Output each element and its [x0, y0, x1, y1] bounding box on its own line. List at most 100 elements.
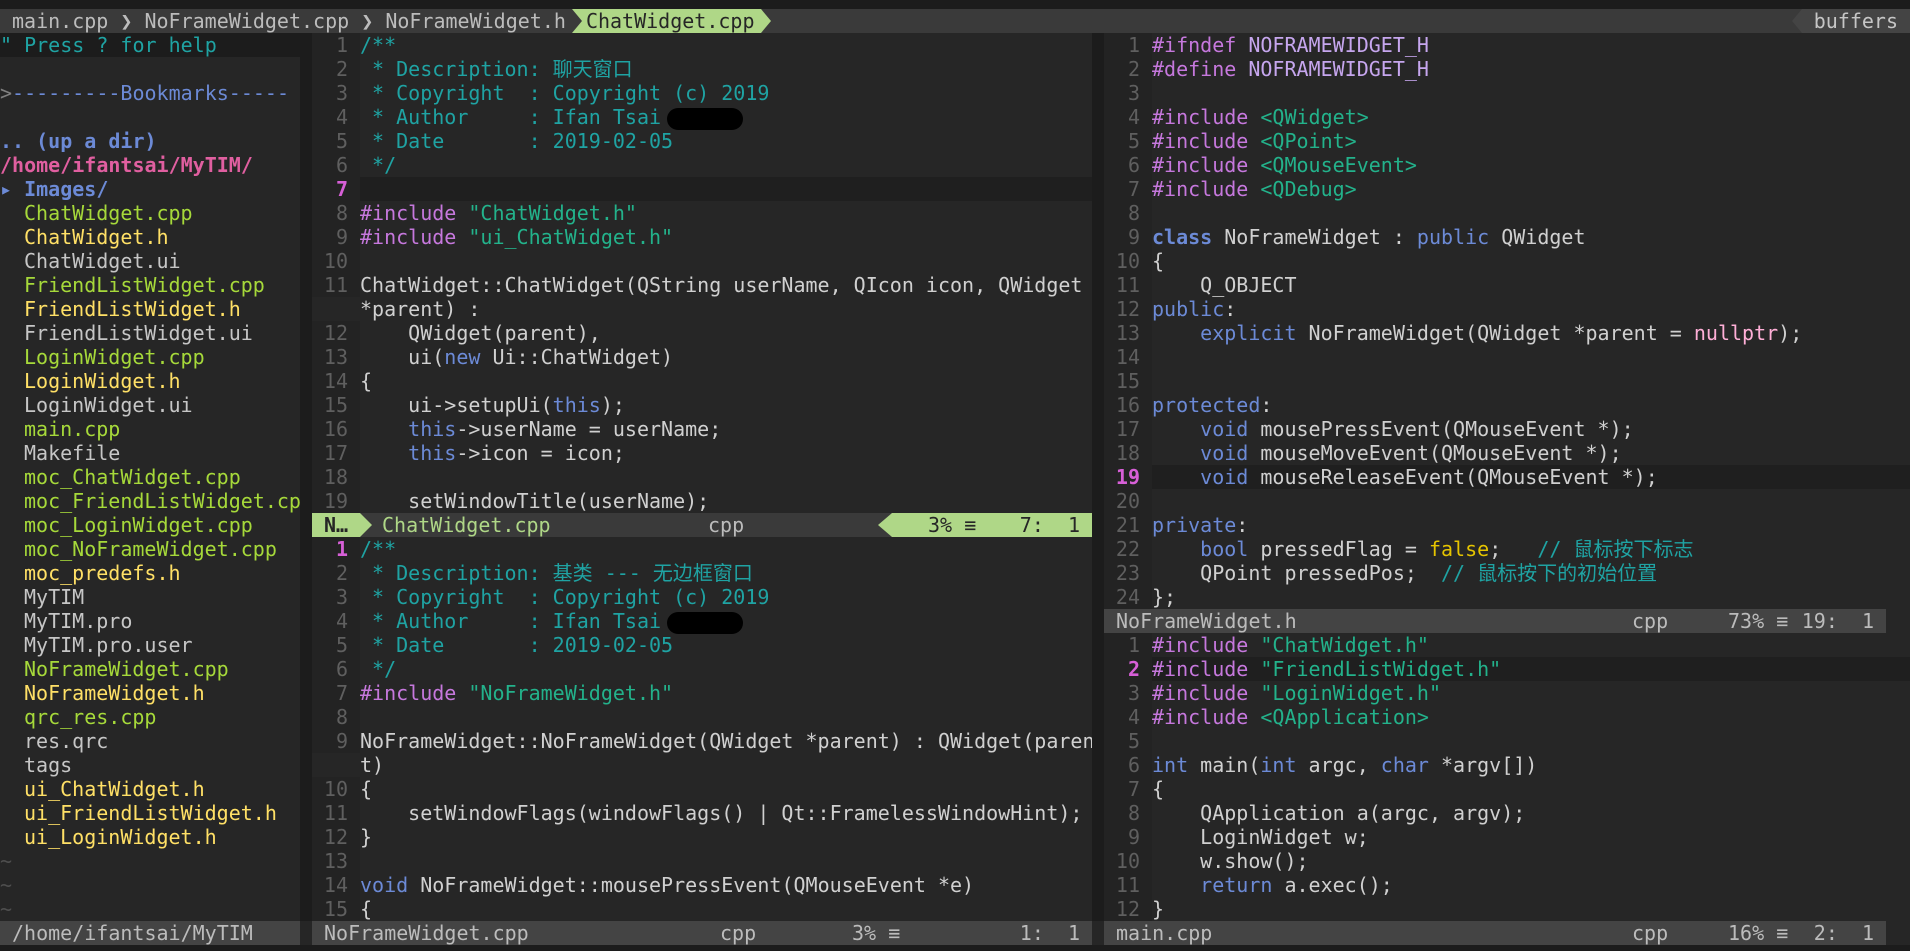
tree-file-item[interactable]: LoginWidget.ui: [0, 393, 300, 417]
tree-file-item[interactable]: ChatWidget.h: [0, 225, 300, 249]
code-line[interactable]: 2 * Description: 基类 --- 无边框窗口: [312, 561, 1092, 585]
tree-file-item[interactable]: MyTIM.pro.user: [0, 633, 300, 657]
code-line[interactable]: 16 this->userName = userName;: [312, 417, 1092, 441]
code-line[interactable]: 12 QWidget(parent),: [312, 321, 1092, 345]
tree-file-item[interactable]: moc_predefs.h: [0, 561, 300, 585]
code-line[interactable]: 20: [1104, 489, 1910, 513]
code-line[interactable]: 13: [312, 849, 1092, 873]
code-line[interactable]: 7 #include <QDebug>: [1104, 177, 1910, 201]
code-line[interactable]: 14: [1104, 345, 1910, 369]
code-line-cursor[interactable]: 19 void mouseReleaseEvent(QMouseEvent *)…: [1104, 465, 1910, 489]
tree-file-item[interactable]: LoginWidget.h: [0, 369, 300, 393]
tab-noframewidget-h[interactable]: NoFrameWidget.h: [385, 9, 566, 33]
tree-file-item[interactable]: LoginWidget.cpp: [0, 345, 300, 369]
tree-file-item[interactable]: ui_ChatWidget.h: [0, 777, 300, 801]
code-line[interactable]: 3 * Copyright : Copyright (c) 2019: [312, 81, 1092, 105]
tree-file-item[interactable]: main.cpp: [0, 417, 300, 441]
code-line[interactable]: 11 Q_OBJECT: [1104, 273, 1910, 297]
editor-noframewidget-cpp[interactable]: 1/** 2 * Description: 基类 --- 无边框窗口 3 * Cop…: [312, 537, 1092, 921]
code-line[interactable]: 15: [1104, 369, 1910, 393]
tree-file-item[interactable]: ChatWidget.ui: [0, 249, 300, 273]
code-line[interactable]: 22 bool pressedFlag = false; // 鼠标按下标志: [1104, 537, 1910, 561]
tree-file-item[interactable]: Makefile: [0, 441, 300, 465]
tree-up-dir[interactable]: .. (up a dir): [0, 129, 300, 153]
code-line[interactable]: 1/**: [312, 33, 1092, 57]
editor-noframewidget-h[interactable]: 1 #ifndef NOFRAMEWIDGET_H 2 #define NOFRAME…: [1104, 33, 1910, 609]
code-line[interactable]: 5 * Date : 2019-02-05: [312, 129, 1092, 153]
tree-file-item[interactable]: qrc_res.cpp: [0, 705, 300, 729]
code-line[interactable]: 18: [312, 465, 1092, 489]
code-line[interactable]: 3 * Copyright : Copyright (c) 2019: [312, 585, 1092, 609]
editor-chatwidget-cpp[interactable]: 1/** 2 * Description: 聊天窗口 3 * Copyright :…: [312, 33, 1092, 513]
code-line[interactable]: 8 #include "ChatWidget.h": [312, 201, 1092, 225]
code-line[interactable]: 1 #ifndef NOFRAMEWIDGET_H: [1104, 33, 1910, 57]
tree-file-item[interactable]: ChatWidget.cpp: [0, 201, 300, 225]
tree-file-item[interactable]: moc_FriendListWidget.cp: [0, 489, 300, 513]
tree-file-item[interactable]: FriendListWidget.ui: [0, 321, 300, 345]
editor-main-cpp[interactable]: 1 #include "ChatWidget.h" 2 #include "Frien…: [1104, 633, 1910, 921]
tree-file-item[interactable]: FriendListWidget.h: [0, 297, 300, 321]
code-line[interactable]: 12}: [312, 825, 1092, 849]
tree-file-item[interactable]: NoFrameWidget.cpp: [0, 657, 300, 681]
code-line[interactable]: 3: [1104, 81, 1910, 105]
code-line[interactable]: 6 */: [312, 153, 1092, 177]
code-line[interactable]: 13 explicit NoFrameWidget(QWidget *paren…: [1104, 321, 1910, 345]
code-line[interactable]: 15{: [312, 897, 1092, 921]
code-line[interactable]: 15 ui->setupUi(this);: [312, 393, 1092, 417]
code-line[interactable]: 21 private:: [1104, 513, 1910, 537]
code-line[interactable]: 8: [1104, 201, 1910, 225]
code-line[interactable]: 8: [312, 705, 1092, 729]
tree-dir-images[interactable]: ▸ Images/: [0, 177, 300, 201]
code-line[interactable]: 6 */: [312, 657, 1092, 681]
code-line[interactable]: 16 protected:: [1104, 393, 1910, 417]
code-line-cursor[interactable]: 7: [312, 177, 1092, 201]
buffers-label[interactable]: buffers: [1791, 9, 1910, 33]
code-line[interactable]: 1/**: [312, 537, 1092, 561]
code-line[interactable]: *parent) :: [312, 297, 1092, 321]
code-line[interactable]: 12}: [1104, 897, 1910, 921]
code-line[interactable]: 13 ui(new Ui::ChatWidget): [312, 345, 1092, 369]
code-line[interactable]: 14 void NoFrameWidget::mousePressEvent(QM…: [312, 873, 1092, 897]
code-line[interactable]: 23 QPoint pressedPos; // 鼠标按下的初始位置: [1104, 561, 1910, 585]
code-line[interactable]: 9 #include "ui_ChatWidget.h": [312, 225, 1092, 249]
tree-file-item[interactable]: res.qrc: [0, 729, 300, 753]
code-line[interactable]: 4 #include <QApplication>: [1104, 705, 1910, 729]
code-line[interactable]: 18 void mouseMoveEvent(QMouseEvent *);: [1104, 441, 1910, 465]
tree-file-item[interactable]: moc_LoginWidget.cpp: [0, 513, 300, 537]
tree-file-item[interactable]: ui_LoginWidget.h: [0, 825, 300, 849]
code-line[interactable]: 9 NoFrameWidget::NoFrameWidget(QWidget *p…: [312, 729, 1092, 753]
code-line[interactable]: 9 LoginWidget w;: [1104, 825, 1910, 849]
code-line[interactable]: 5 * Date : 2019-02-05: [312, 633, 1092, 657]
tree-file-item[interactable]: MyTIM: [0, 585, 300, 609]
code-line[interactable]: 5: [1104, 729, 1910, 753]
tree-file-item[interactable]: NoFrameWidget.h: [0, 681, 300, 705]
code-line[interactable]: 7 #include "NoFrameWidget.h": [312, 681, 1092, 705]
code-line[interactable]: 14{: [312, 369, 1092, 393]
code-line[interactable]: 10: [312, 249, 1092, 273]
code-line[interactable]: 4 #include <QWidget>: [1104, 105, 1910, 129]
tree-file-item[interactable]: moc_ChatWidget.cpp: [0, 465, 300, 489]
tab-noframewidget-cpp[interactable]: NoFrameWidget.cpp: [144, 9, 349, 33]
tree-file-item[interactable]: tags: [0, 753, 300, 777]
code-line[interactable]: 3 #include "LoginWidget.h": [1104, 681, 1910, 705]
tree-file-item[interactable]: moc_NoFrameWidget.cpp: [0, 537, 300, 561]
window-separator[interactable]: [1092, 33, 1104, 921]
code-line[interactable]: t): [312, 753, 1092, 777]
code-line[interactable]: 17 void mousePressEvent(QMouseEvent *);: [1104, 417, 1910, 441]
code-line[interactable]: 5 #include <QPoint>: [1104, 129, 1910, 153]
code-line[interactable]: 4 * Author : Ifan Tsai: [312, 609, 1092, 634]
code-line[interactable]: 9 class NoFrameWidget : public QWidget: [1104, 225, 1910, 249]
bookmarks-toggle[interactable]: >: [0, 81, 12, 105]
code-line[interactable]: 6 int main(int argc, char *argv[]): [1104, 753, 1910, 777]
code-line[interactable]: 2 * Description: 聊天窗口: [312, 57, 1092, 81]
code-line[interactable]: 7{: [1104, 777, 1910, 801]
code-line[interactable]: 17 this->icon = icon;: [312, 441, 1092, 465]
code-line[interactable]: 11 setWindowFlags(windowFlags() | Qt::Fr…: [312, 801, 1092, 825]
tree-root-path[interactable]: /home/ifantsai/MyTIM/: [0, 153, 300, 177]
code-line[interactable]: 12 public:: [1104, 297, 1910, 321]
command-line[interactable]: [0, 945, 1910, 951]
code-line[interactable]: 1 #include "ChatWidget.h": [1104, 633, 1910, 657]
tab-chatwidget-cpp-active[interactable]: ChatWidget.cpp: [571, 9, 771, 33]
tree-file-item[interactable]: ui_FriendListWidget.h: [0, 801, 300, 825]
code-line[interactable]: 10 w.show();: [1104, 849, 1910, 873]
